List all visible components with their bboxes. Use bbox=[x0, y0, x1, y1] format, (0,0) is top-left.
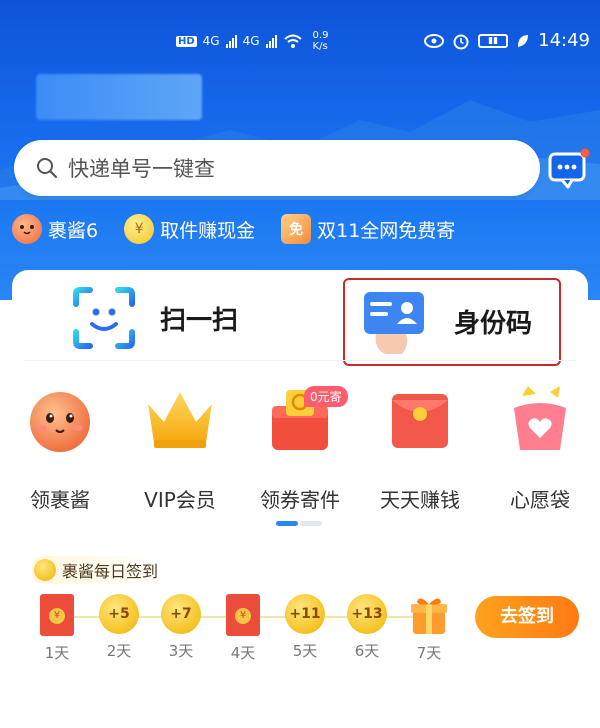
day-5: +11 5天 bbox=[280, 594, 330, 661]
free-tag-icon: 免 bbox=[281, 214, 312, 244]
scan-face-icon bbox=[73, 287, 135, 349]
status-bar: HD 4G 4G 0.9 K/s ▮▮ 14:49 bbox=[0, 0, 600, 52]
search-icon bbox=[37, 158, 58, 179]
grid-label: 天天赚钱 bbox=[380, 488, 460, 512]
grid-item-vip[interactable]: VIP会员 bbox=[120, 378, 240, 513]
face-icon bbox=[12, 214, 42, 244]
checkin-header: 裹酱每日签到 bbox=[32, 556, 169, 584]
day-2: +5 2天 bbox=[94, 594, 144, 661]
yuan-coin-icon: ¥ bbox=[124, 214, 155, 244]
scan-button[interactable]: 扫一扫 bbox=[72, 286, 238, 350]
wish-bag-icon bbox=[514, 386, 566, 450]
clock: 14:49 bbox=[538, 30, 590, 51]
chip-label: 取件赚现金 bbox=[160, 219, 256, 242]
divider bbox=[24, 360, 576, 361]
day-label: 7天 bbox=[416, 644, 442, 662]
speed-unit: K/s bbox=[312, 41, 328, 52]
search-bar[interactable]: 快递单号一键查 bbox=[14, 140, 540, 196]
red-packet-icon bbox=[226, 594, 260, 636]
scan-label: 扫一扫 bbox=[160, 305, 239, 336]
status-right: ▮▮ 14:49 bbox=[424, 30, 590, 51]
network-type-1: 4G bbox=[202, 34, 220, 48]
battery-icon: ▮▮ bbox=[478, 33, 509, 48]
chip-guojiang[interactable]: 裹酱6 bbox=[12, 214, 98, 244]
checkin-button[interactable]: 去签到 bbox=[475, 596, 579, 638]
search-placeholder: 快递单号一键查 bbox=[68, 157, 215, 181]
checkin-days: 1天 +5 2天 +7 3天 4天 +11 5天 +13 6天 7天 bbox=[24, 594, 454, 674]
coin-reward: +13 bbox=[347, 594, 387, 634]
day-6: +13 6天 bbox=[342, 594, 392, 661]
signal-icon bbox=[225, 34, 237, 48]
grid-item-earn[interactable]: 天天赚钱 bbox=[360, 378, 480, 513]
day-label: 1天 bbox=[44, 644, 70, 662]
wifi-icon bbox=[283, 34, 302, 48]
day-label: 4天 bbox=[230, 644, 256, 662]
page-indicator bbox=[276, 521, 322, 526]
coin-reward: +11 bbox=[285, 594, 325, 634]
red-envelope-icon bbox=[392, 394, 448, 448]
chip-free-shipping[interactable]: 免 双11全网免费寄 bbox=[281, 214, 455, 244]
day-4: 4天 bbox=[218, 594, 268, 663]
day-label: 5天 bbox=[292, 642, 318, 660]
chip-label: 双11全网免费寄 bbox=[317, 219, 456, 242]
day-1: 1天 bbox=[32, 594, 82, 663]
message-icon[interactable] bbox=[548, 148, 590, 190]
grid-label: 领裹酱 bbox=[30, 488, 90, 512]
checkin-title: 裹酱每日签到 bbox=[62, 562, 159, 581]
chip-label: 裹酱6 bbox=[48, 219, 99, 242]
day-label: 2天 bbox=[106, 642, 132, 660]
day-label: 6天 bbox=[354, 642, 380, 660]
network-speed: 0.9 K/s bbox=[313, 30, 329, 52]
coin-icon bbox=[34, 559, 56, 581]
grid-label: 领券寄件 bbox=[260, 488, 340, 512]
speed-value: 0.9 bbox=[312, 30, 329, 41]
coin-reward: +5 bbox=[99, 594, 139, 634]
grid-label: 心愿袋 bbox=[510, 488, 570, 512]
day-7: 7天 bbox=[404, 594, 454, 663]
grid-item-guojiang[interactable]: 领裹酱 bbox=[0, 378, 120, 513]
chip-pickup-cash[interactable]: ¥ 取件赚现金 bbox=[124, 214, 255, 244]
highlight-box bbox=[343, 278, 561, 366]
network-type-2: 4G bbox=[242, 34, 260, 48]
free-send-badge: 0元寄 bbox=[304, 386, 348, 407]
coin-reward: +7 bbox=[161, 594, 201, 634]
leaf-icon bbox=[518, 34, 529, 47]
quick-chips: 裹酱6 ¥ 取件赚现金 免 双11全网免费寄 bbox=[12, 214, 455, 244]
grid-item-wish-bag[interactable]: 心愿袋 bbox=[480, 378, 600, 513]
alarm-icon bbox=[453, 34, 469, 49]
day-label: 3天 bbox=[168, 642, 194, 660]
grid-label: VIP会员 bbox=[144, 488, 216, 512]
redacted-location bbox=[36, 74, 202, 120]
red-packet-icon bbox=[40, 594, 74, 636]
status-left: HD 4G 4G 0.9 K/s bbox=[176, 30, 328, 52]
day-3: +7 3天 bbox=[156, 594, 206, 661]
hd-badge: HD bbox=[176, 35, 197, 47]
service-grid: 领裹酱 VIP会员 领券寄件 天天赚钱 心愿袋 bbox=[0, 378, 600, 518]
eye-icon bbox=[424, 33, 445, 48]
gift-box-icon bbox=[411, 598, 447, 634]
signal-icon-2 bbox=[265, 34, 277, 48]
mascot-face-icon bbox=[30, 392, 90, 452]
crown-icon bbox=[148, 392, 212, 448]
